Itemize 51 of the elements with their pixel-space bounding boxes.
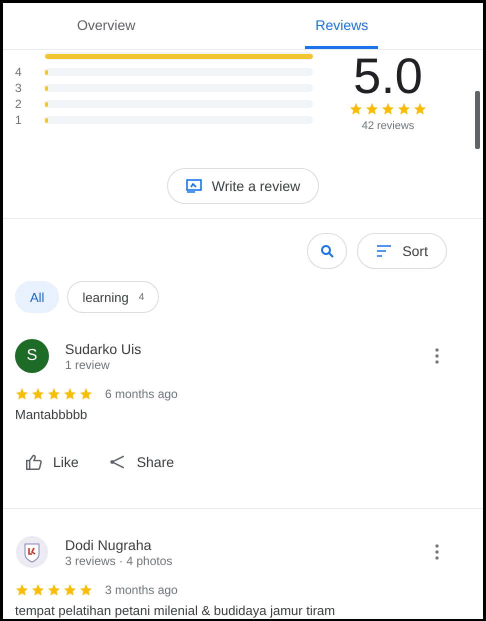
star-icon	[397, 102, 411, 116]
star-icon	[381, 102, 395, 116]
chip-count: 4	[138, 292, 144, 302]
thumbs-up-icon	[25, 454, 43, 470]
search-icon	[320, 244, 334, 258]
image-edit-icon	[186, 179, 202, 193]
star-icon	[63, 387, 77, 401]
review-time: 6 months ago	[105, 387, 178, 401]
rating-label: 1	[15, 113, 23, 127]
star-icon	[47, 387, 61, 401]
star-icon	[31, 583, 45, 597]
sort-icon	[376, 245, 392, 257]
write-review-button[interactable]: Write a review	[166, 168, 320, 204]
star-icon	[79, 583, 93, 597]
like-button[interactable]: Like	[25, 450, 79, 474]
share-button[interactable]: Share	[108, 450, 174, 474]
reviewer-meta: 3 reviews · 4 photos	[65, 554, 174, 568]
rating-label: 2	[15, 97, 23, 111]
review-time: 3 months ago	[105, 583, 178, 597]
share-icon	[108, 454, 127, 470]
shield-avatar-icon[interactable]	[15, 535, 49, 569]
star-icon	[15, 387, 29, 401]
search-button[interactable]	[307, 233, 348, 269]
filter-chip[interactable]: All	[15, 281, 60, 313]
star-icon	[47, 583, 61, 597]
tab[interactable]: Reviews	[305, 3, 378, 49]
sort-button[interactable]: Sort	[357, 233, 447, 269]
rating-label: 3	[15, 81, 23, 95]
star-icon	[15, 583, 29, 597]
star-icon	[63, 583, 77, 597]
reviewer-name[interactable]: Dodi Nugraha	[65, 536, 419, 552]
star-icon	[31, 387, 45, 401]
review-count: 42 reviews	[362, 120, 414, 132]
tab[interactable]: Overview	[67, 3, 146, 49]
star-icon	[365, 102, 379, 116]
avatar[interactable]: S	[15, 339, 49, 373]
scrollbar-thumb[interactable]	[475, 91, 480, 149]
more-options-icon[interactable]	[435, 348, 439, 364]
chip-label: All	[30, 290, 44, 304]
star-icon	[79, 387, 93, 401]
chip-label: learning	[82, 290, 129, 304]
rating-label: 4	[15, 65, 23, 79]
more-options-icon[interactable]	[435, 544, 439, 560]
star-icon	[413, 102, 427, 116]
reviewer-meta: 1 review	[65, 358, 111, 372]
review-text: tempat pelatihan petani milenial & budidaya jamur tiram	[15, 603, 336, 618]
average-rating: 5.0	[353, 50, 423, 102]
star-icon	[349, 102, 363, 116]
reviewer-name[interactable]: Sudarko Uis	[65, 340, 419, 356]
review-text: Mantabbbbb	[15, 407, 88, 422]
filter-chip[interactable]: learning 4	[67, 281, 160, 313]
